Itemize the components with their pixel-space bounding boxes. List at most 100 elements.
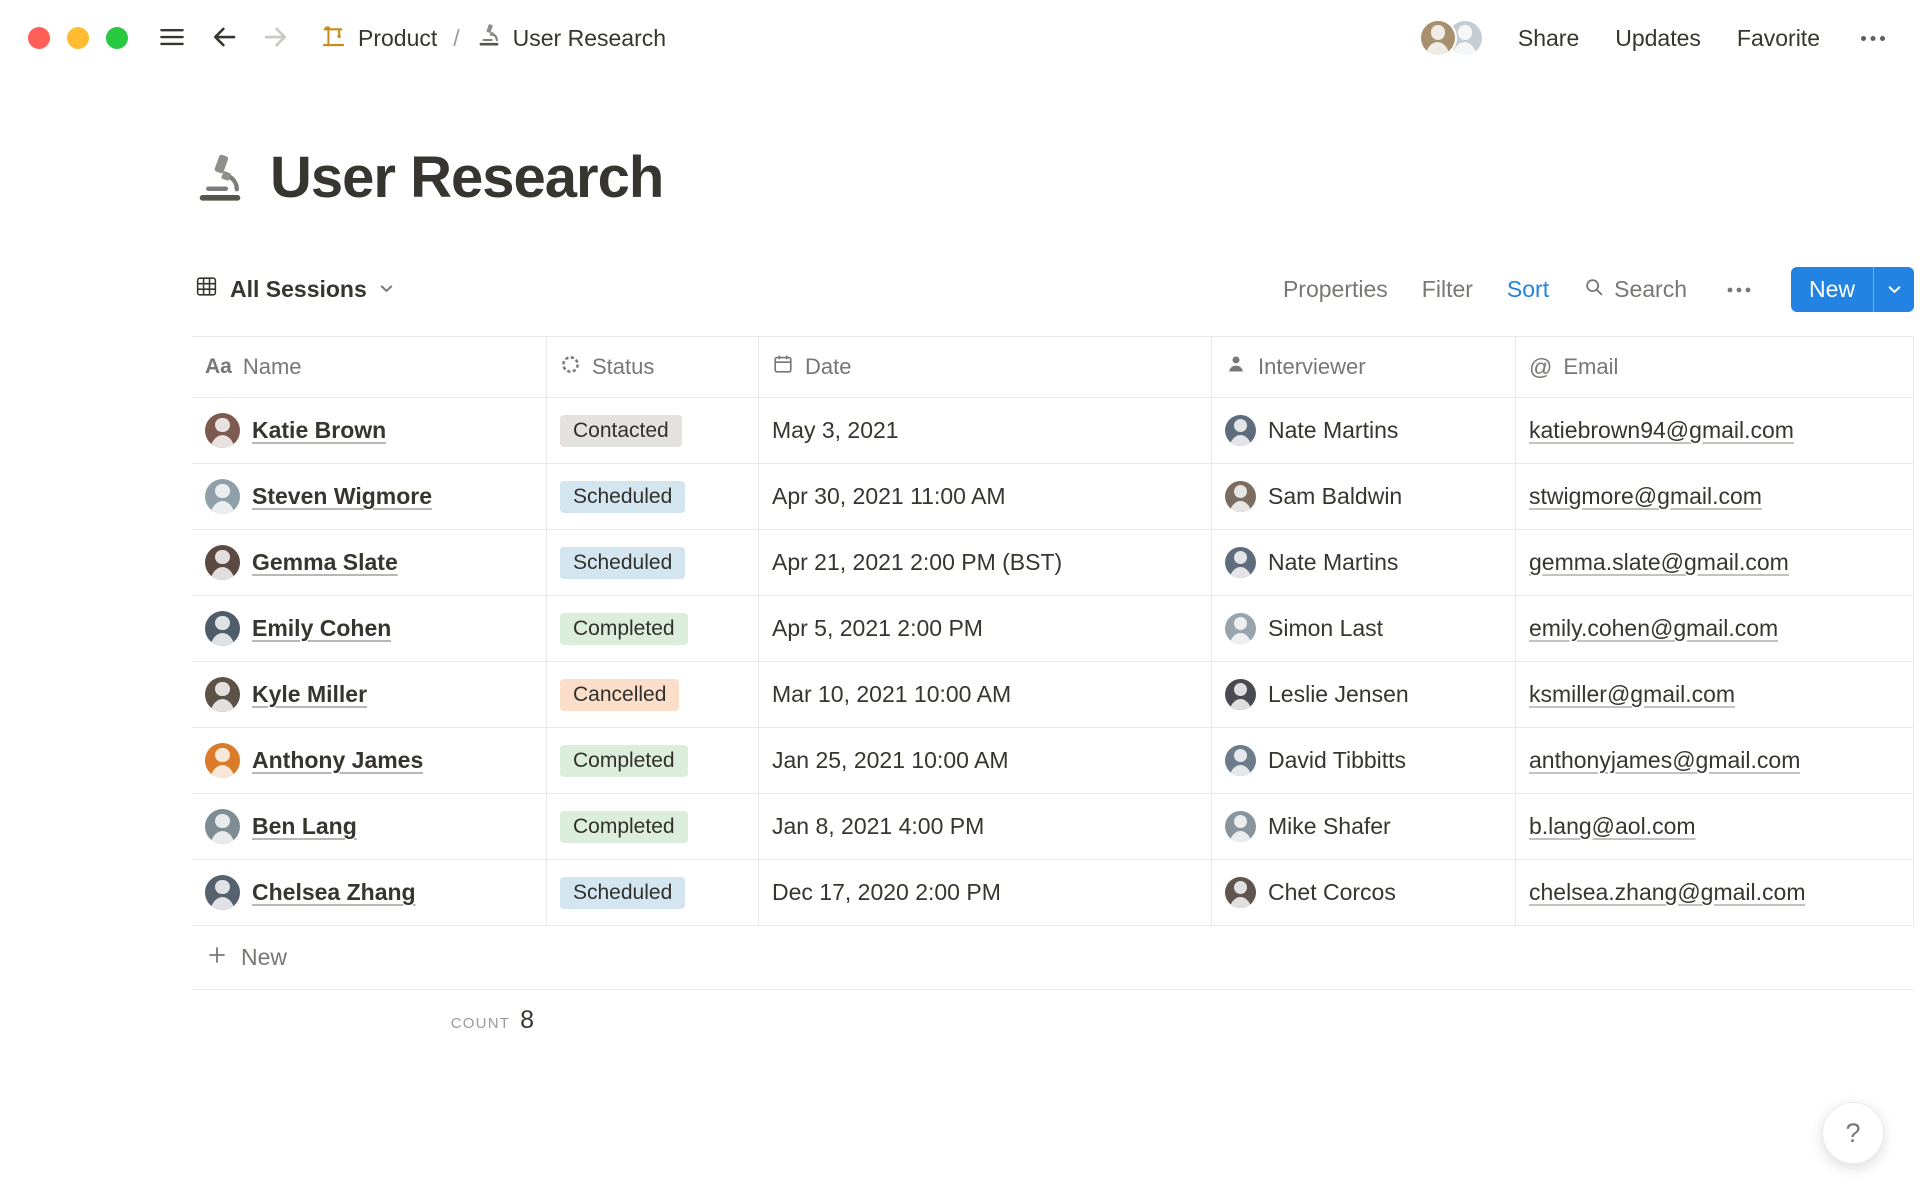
name-cell[interactable]: Anthony James [192,728,547,793]
date-cell[interactable]: Apr 5, 2021 2:00 PM [759,596,1212,661]
name-cell[interactable]: Ben Lang [192,794,547,859]
interviewer-name: Simon Last [1268,615,1384,641]
properties-button[interactable]: Properties [1283,276,1388,303]
email-cell[interactable]: chelsea.zhang@gmail.com [1516,860,1914,925]
microscope-icon[interactable] [192,150,248,206]
status-badge: Scheduled [560,480,686,513]
name-cell[interactable]: Gemma Slate [192,530,547,595]
interviewer-cell[interactable]: Chet Corcos [1212,860,1516,925]
table-row[interactable]: Gemma Slate Scheduled Apr 21, 2021 2:00 … [192,530,1914,596]
filter-button[interactable]: Filter [1422,276,1473,303]
email-link[interactable]: emily.cohen@gmail.com [1529,615,1778,642]
email-cell[interactable]: gemma.slate@gmail.com [1516,530,1914,595]
table-row[interactable]: Kyle Miller Cancelled Mar 10, 2021 10:00… [192,662,1914,728]
email-link[interactable]: b.lang@aol.com [1529,813,1696,840]
name-cell[interactable]: Kyle Miller [192,662,547,727]
updates-button[interactable]: Updates [1613,21,1703,56]
interviewer-cell[interactable]: Sam Baldwin [1212,464,1516,529]
interviewer-cell[interactable]: Mike Shafer [1212,794,1516,859]
interviewer-cell[interactable]: Nate Martins [1212,398,1516,463]
count-row[interactable]: COUNT 8 [192,990,547,1035]
email-cell[interactable]: emily.cohen@gmail.com [1516,596,1914,661]
email-cell[interactable]: ksmiller@gmail.com [1516,662,1914,727]
person-name-link[interactable]: Anthony James [252,747,423,774]
sort-button[interactable]: Sort [1507,276,1549,303]
view-more-button[interactable] [1721,277,1757,302]
email-link[interactable]: gemma.slate@gmail.com [1529,549,1789,576]
email-cell[interactable]: katiebrown94@gmail.com [1516,398,1914,463]
status-cell[interactable]: Cancelled [547,662,759,727]
table-row[interactable]: Ben Lang Completed Jan 8, 2021 4:00 PM M… [192,794,1914,860]
status-cell[interactable]: Scheduled [547,860,759,925]
date-cell[interactable]: Mar 10, 2021 10:00 AM [759,662,1212,727]
date-cell[interactable]: Jan 25, 2021 10:00 AM [759,728,1212,793]
email-cell[interactable]: b.lang@aol.com [1516,794,1914,859]
table-row[interactable]: Katie Brown Contacted May 3, 2021 Nate M… [192,398,1914,464]
person-name-link[interactable]: Gemma Slate [252,549,398,576]
close-window-button[interactable] [28,27,50,49]
page-title[interactable]: User Research [270,144,664,211]
column-header-interviewer[interactable]: Interviewer [1212,337,1516,397]
email-cell[interactable]: anthonyjames@gmail.com [1516,728,1914,793]
avatar [1225,811,1256,842]
name-cell[interactable]: Emily Cohen [192,596,547,661]
back-button[interactable] [204,17,244,60]
search-button[interactable]: Search [1583,276,1687,304]
person-name-link[interactable]: Emily Cohen [252,615,391,642]
favorite-button[interactable]: Favorite [1735,21,1822,56]
person-name-link[interactable]: Steven Wigmore [252,483,432,510]
add-row-button[interactable]: New [192,926,1914,990]
view-selector[interactable]: All Sessions [192,270,397,309]
collaborator-avatars[interactable] [1418,19,1484,57]
date-cell[interactable]: May 3, 2021 [759,398,1212,463]
table-row[interactable]: Anthony James Completed Jan 25, 2021 10:… [192,728,1914,794]
chevron-down-icon[interactable] [1874,267,1914,312]
date-cell[interactable]: Apr 21, 2021 2:00 PM (BST) [759,530,1212,595]
breadcrumb-separator: / [453,24,460,51]
status-cell[interactable]: Completed [547,596,759,661]
person-name-link[interactable]: Chelsea Zhang [252,879,416,906]
interviewer-cell[interactable]: Simon Last [1212,596,1516,661]
breadcrumb-item-user-research[interactable]: User Research [472,19,670,57]
email-link[interactable]: ksmiller@gmail.com [1529,681,1735,708]
status-cell[interactable]: Scheduled [547,464,759,529]
date-cell[interactable]: Jan 8, 2021 4:00 PM [759,794,1212,859]
date-cell[interactable]: Apr 30, 2021 11:00 AM [759,464,1212,529]
email-cell[interactable]: stwigmore@gmail.com [1516,464,1914,529]
table-row[interactable]: Chelsea Zhang Scheduled Dec 17, 2020 2:0… [192,860,1914,926]
more-options-button[interactable] [1854,26,1892,51]
name-cell[interactable]: Steven Wigmore [192,464,547,529]
email-link[interactable]: chelsea.zhang@gmail.com [1529,879,1805,906]
email-link[interactable]: stwigmore@gmail.com [1529,483,1762,510]
table-row[interactable]: Emily Cohen Completed Apr 5, 2021 2:00 P… [192,596,1914,662]
table-row[interactable]: Steven Wigmore Scheduled Apr 30, 2021 11… [192,464,1914,530]
status-cell[interactable]: Completed [547,794,759,859]
minimize-window-button[interactable] [67,27,89,49]
person-name-link[interactable]: Katie Brown [252,417,386,444]
column-header-status[interactable]: Status [547,337,759,397]
interviewer-cell[interactable]: Leslie Jensen [1212,662,1516,727]
status-cell[interactable]: Scheduled [547,530,759,595]
sidebar-toggle-button[interactable] [152,17,192,60]
person-name-link[interactable]: Kyle Miller [252,681,367,708]
column-header-email[interactable]: @ Email [1516,337,1914,397]
share-button[interactable]: Share [1516,21,1581,56]
person-name-link[interactable]: Ben Lang [252,813,357,840]
name-cell[interactable]: Chelsea Zhang [192,860,547,925]
help-button[interactable]: ? [1822,1102,1884,1164]
forward-button[interactable] [256,17,296,60]
email-link[interactable]: anthonyjames@gmail.com [1529,747,1800,774]
interviewer-cell[interactable]: Nate Martins [1212,530,1516,595]
new-button-label[interactable]: New [1791,267,1873,312]
zoom-window-button[interactable] [106,27,128,49]
email-link[interactable]: katiebrown94@gmail.com [1529,417,1794,444]
breadcrumb-item-product[interactable]: Product [316,19,441,58]
date-cell[interactable]: Dec 17, 2020 2:00 PM [759,860,1212,925]
column-header-date[interactable]: Date [759,337,1212,397]
name-cell[interactable]: Katie Brown [192,398,547,463]
interviewer-cell[interactable]: David Tibbitts [1212,728,1516,793]
status-cell[interactable]: Contacted [547,398,759,463]
new-button[interactable]: New [1790,267,1914,312]
status-cell[interactable]: Completed [547,728,759,793]
column-header-name[interactable]: Aa Name [192,337,547,397]
